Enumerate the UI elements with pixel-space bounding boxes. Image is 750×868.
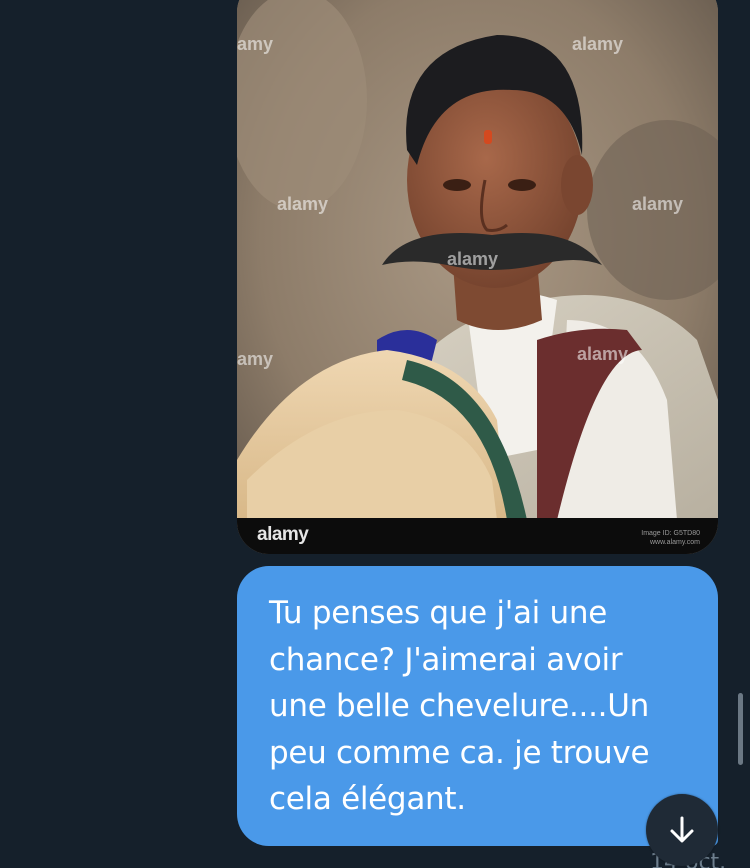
svg-text:alamy: alamy <box>632 194 683 214</box>
message-bubble[interactable]: Tu penses que j'ai une chance? J'aimerai… <box>237 566 718 846</box>
svg-text:amy: amy <box>237 34 273 54</box>
message-line: peu comme ca. je trouve <box>269 734 650 771</box>
svg-text:amy: amy <box>237 349 273 369</box>
photo-credit: Image ID: G5TD80 www.alamy.com <box>641 529 700 547</box>
image-message[interactable]: amy alamy alamy alamy alamy amy alamy al… <box>237 0 718 554</box>
alamy-logo: alamy <box>257 524 309 545</box>
svg-text:alamy: alamy <box>577 344 628 364</box>
message-line: chance? J'aimerai avoir <box>269 641 623 678</box>
arrow-down-icon <box>670 816 694 843</box>
message-line: cela élégant. <box>269 781 466 817</box>
svg-text:alamy: alamy <box>447 249 498 269</box>
svg-text:alamy: alamy <box>572 34 623 54</box>
scroll-to-bottom-button[interactable] <box>646 794 718 866</box>
svg-text:alamy: alamy <box>277 194 328 214</box>
message-line: une belle chevelure....Un <box>269 688 649 724</box>
message-line: Tu penses que j'ai une <box>269 595 607 631</box>
photo-id: Image ID: G5TD80 <box>641 530 700 537</box>
photo-footer: alamy Image ID: G5TD80 www.alamy.com <box>237 518 718 554</box>
photo: amy alamy alamy alamy alamy amy alamy <box>237 0 718 554</box>
photo-site: www.alamy.com <box>649 539 700 546</box>
chat-view: amy alamy alamy alamy alamy amy alamy al… <box>0 0 750 868</box>
scrollbar-thumb[interactable] <box>738 693 743 765</box>
